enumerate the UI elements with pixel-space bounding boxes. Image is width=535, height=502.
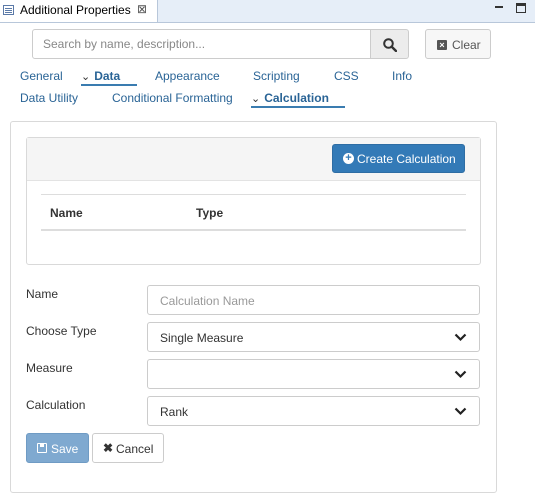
tab-calculation[interactable]: ⌄ Calculation — [251, 91, 329, 105]
column-header-name: Name — [50, 206, 83, 220]
create-calculation-button[interactable]: + Create Calculation — [332, 144, 465, 173]
choose-type-value: Single Measure — [160, 331, 244, 345]
cancel-button[interactable]: ✖ Cancel — [92, 433, 164, 463]
chevron-down-icon: ⌄ — [251, 93, 261, 105]
save-icon — [37, 443, 47, 453]
tab-conditional-formatting[interactable]: Conditional Formatting — [112, 91, 233, 105]
calculation-name-field[interactable]: Calculation Name — [147, 285, 480, 315]
calculation-name-placeholder: Calculation Name — [160, 294, 255, 308]
calculation-select[interactable]: Rank — [147, 396, 480, 426]
tab-calculation-label: Calculation — [264, 91, 329, 105]
chevron-down-icon — [454, 333, 467, 342]
maximize-icon[interactable] — [516, 3, 526, 13]
table-divider — [41, 229, 466, 231]
tab-info[interactable]: Info — [392, 69, 412, 83]
view-title: Additional Properties — [20, 3, 131, 17]
search-icon — [383, 38, 397, 52]
calculations-list-panel: + Create Calculation Name Type — [26, 137, 481, 265]
properties-icon — [3, 5, 14, 15]
view-tab-bar: Additional Properties ⊠ — [0, 0, 535, 23]
tab-general[interactable]: General — [20, 69, 63, 83]
tab-data-underline — [81, 84, 137, 86]
choose-type-label: Choose Type — [26, 324, 97, 338]
calculations-list-header: + Create Calculation — [27, 138, 480, 181]
chevron-down-icon: ⌄ — [81, 71, 91, 83]
save-button-label: Save — [51, 442, 79, 456]
chevron-down-icon — [454, 407, 467, 416]
choose-type-select[interactable]: Single Measure — [147, 322, 480, 352]
view-tab-additional-properties[interactable]: Additional Properties ⊠ — [0, 0, 158, 22]
search-button[interactable] — [370, 29, 409, 59]
table-divider — [41, 194, 466, 195]
plus-circle-icon: + — [343, 153, 354, 164]
measure-select[interactable] — [147, 359, 480, 389]
tab-appearance[interactable]: Appearance — [155, 69, 220, 83]
tab-calculation-underline — [251, 106, 345, 108]
chevron-down-icon — [454, 370, 467, 379]
close-icon: ✖ — [103, 441, 114, 455]
tab-data-label: Data — [94, 69, 121, 83]
close-view-icon[interactable]: ⊠ — [137, 2, 147, 16]
tab-scripting[interactable]: Scripting — [253, 69, 300, 83]
name-label: Name — [26, 287, 59, 301]
measure-label: Measure — [26, 361, 73, 375]
calculation-label: Calculation — [26, 398, 86, 412]
save-button[interactable]: Save — [26, 433, 89, 463]
cancel-button-label: Cancel — [116, 442, 154, 456]
tab-data[interactable]: ⌄ Data — [81, 69, 120, 83]
calculation-value: Rank — [160, 405, 189, 419]
tab-css[interactable]: CSS — [334, 69, 359, 83]
column-header-type: Type — [196, 206, 224, 220]
tab-data-utility[interactable]: Data Utility — [20, 91, 78, 105]
minimize-icon[interactable] — [494, 3, 504, 13]
clear-button-label: Clear — [452, 38, 481, 52]
search-input[interactable] — [32, 29, 371, 59]
clear-icon: × — [437, 40, 447, 50]
clear-button[interactable]: × Clear — [425, 29, 491, 59]
create-calculation-label: Create Calculation — [357, 152, 456, 166]
